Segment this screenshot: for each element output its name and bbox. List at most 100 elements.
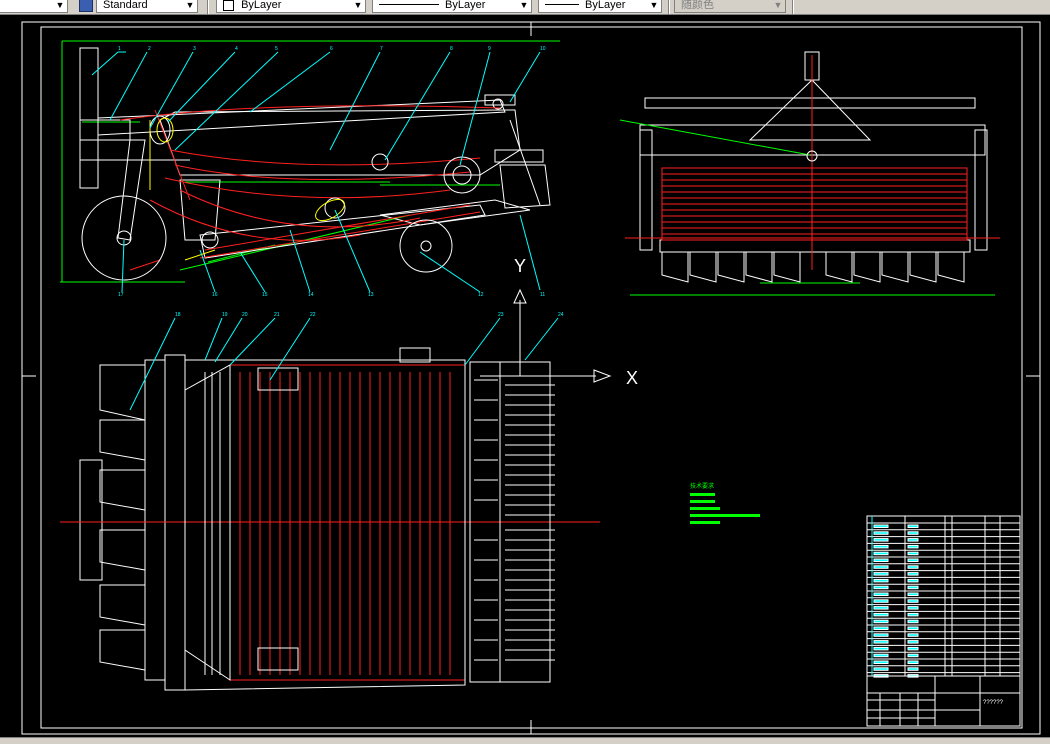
front-dimensions — [619, 119, 995, 296]
parts-row-code — [873, 578, 889, 583]
title-block-name: ?????? — [983, 700, 1004, 706]
parts-row-code — [873, 544, 889, 549]
parts-row-text — [907, 572, 919, 576]
text-style-value: Standard — [103, 0, 148, 11]
top-red-grate — [60, 364, 600, 681]
callout-2: 2 — [148, 46, 151, 52]
parts-row-code — [873, 551, 889, 556]
chevron-down-icon: ▼ — [55, 0, 65, 10]
tech-req-line-2 — [690, 500, 715, 503]
parts-row-code — [873, 531, 889, 535]
side-view[interactable]: 1 2 3 4 5 6 7 8 9 10 11 12 13 14 15 16 1… — [60, 40, 560, 298]
side-wheels — [81, 115, 481, 281]
parts-row-text — [907, 633, 919, 637]
parts-row-text — [907, 599, 919, 603]
callout-8: 8 — [450, 46, 453, 52]
callout-9: 9 — [488, 46, 491, 52]
callout-20: 20 — [242, 312, 248, 318]
front-view[interactable] — [619, 51, 1000, 296]
parts-row-text — [907, 626, 919, 630]
color-dropdown[interactable]: ByLayer ▼ — [216, 0, 366, 13]
parts-row-text — [907, 667, 919, 671]
parts-row-code — [873, 640, 889, 644]
parts-list — [866, 515, 1021, 678]
callout-10: 10 — [540, 46, 546, 52]
parts-row-text — [907, 551, 919, 556]
callout-12: 12 — [478, 292, 484, 298]
lineweight-sample — [545, 4, 579, 5]
parts-row-text — [907, 619, 919, 624]
parts-row-text — [907, 653, 919, 658]
drawing-canvas[interactable]: 1 2 3 4 5 6 7 8 9 10 11 12 13 14 15 16 1… — [0, 15, 1050, 737]
callout-18: 18 — [175, 312, 181, 318]
parts-row-text — [907, 578, 919, 583]
callout-4: 4 — [235, 46, 238, 52]
parts-row-text — [907, 544, 919, 549]
callout-11: 11 — [540, 292, 545, 298]
callout-6: 6 — [330, 46, 333, 52]
toolbar-separator — [207, 0, 209, 14]
cad-drawing: 1 2 3 4 5 6 7 8 9 10 11 12 13 14 15 16 1… — [21, 21, 1041, 735]
parts-row-text — [907, 585, 919, 590]
toolbar-separator — [668, 0, 670, 14]
parts-row-code — [873, 653, 889, 658]
parts-row-text — [907, 660, 919, 664]
tech-req-title: 技术要求 — [690, 482, 714, 490]
parts-row-text — [907, 640, 919, 644]
parts-row-code — [873, 599, 889, 603]
title-block: ?????? — [866, 675, 1021, 727]
tech-req-line-5 — [690, 521, 720, 524]
callout-13: 13 — [368, 292, 374, 298]
callout-15: 15 — [262, 292, 268, 298]
plot-style-dropdown[interactable]: 随颜色 ▼ — [674, 0, 786, 13]
chevron-down-icon: ▼ — [353, 0, 363, 10]
chevron-down-icon: ▼ — [649, 0, 659, 10]
text-style-icon[interactable] — [79, 0, 93, 12]
axis-x-label: X — [626, 368, 638, 388]
parts-row-code — [873, 660, 889, 664]
parts-row-code — [873, 619, 889, 624]
technical-requirements: 技术要求 — [690, 482, 760, 524]
tech-req-line-4 — [690, 514, 760, 517]
callout-22: 22 — [310, 312, 316, 318]
parts-row-text — [907, 646, 919, 651]
parts-row-code — [873, 646, 889, 651]
parts-row-text — [907, 606, 919, 610]
parts-row-code — [873, 524, 889, 528]
callout-19: 19 — [222, 312, 228, 318]
parts-row-code — [873, 606, 889, 610]
tech-req-line-3 — [690, 507, 720, 510]
callout-17: 17 — [118, 292, 124, 298]
linetype-dropdown[interactable]: ByLayer ▼ — [372, 0, 532, 13]
parts-row-text — [907, 592, 919, 596]
parts-row-code — [873, 572, 889, 576]
top-callout-leaders — [129, 317, 559, 411]
callout-14: 14 — [308, 292, 314, 298]
axis-y-label: Y — [514, 256, 526, 276]
chevron-down-icon: ▼ — [773, 0, 783, 10]
side-view-dimensions — [60, 40, 560, 283]
lineweight-value: ByLayer — [585, 0, 626, 11]
lineweight-dropdown[interactable]: ByLayer ▼ — [538, 0, 662, 13]
plot-style-value: 随颜色 — [681, 0, 714, 11]
parts-row-text — [907, 524, 919, 528]
dropdown-prev[interactable]: ▼ — [0, 0, 68, 13]
top-frame — [184, 347, 466, 691]
parts-row-code — [873, 633, 889, 637]
color-swatch-icon — [223, 0, 234, 11]
top-view[interactable]: 18 19 20 21 22 23 24 — [60, 312, 600, 691]
parts-row-text — [907, 531, 919, 535]
parts-row-code — [873, 592, 889, 596]
text-style-dropdown[interactable]: Standard ▼ — [96, 0, 198, 13]
parts-row-text — [907, 612, 919, 617]
linetype-value: ByLayer — [445, 0, 486, 11]
parts-row-code — [873, 626, 889, 630]
linetype-sample — [379, 4, 439, 5]
callout-16: 16 — [212, 292, 218, 298]
parts-row-code — [873, 612, 889, 617]
callout-21: 21 — [274, 312, 280, 318]
parts-row-code — [873, 538, 889, 542]
parts-row-code — [873, 558, 889, 562]
callout-23: 23 — [498, 312, 504, 318]
callout-7: 7 — [380, 46, 383, 52]
